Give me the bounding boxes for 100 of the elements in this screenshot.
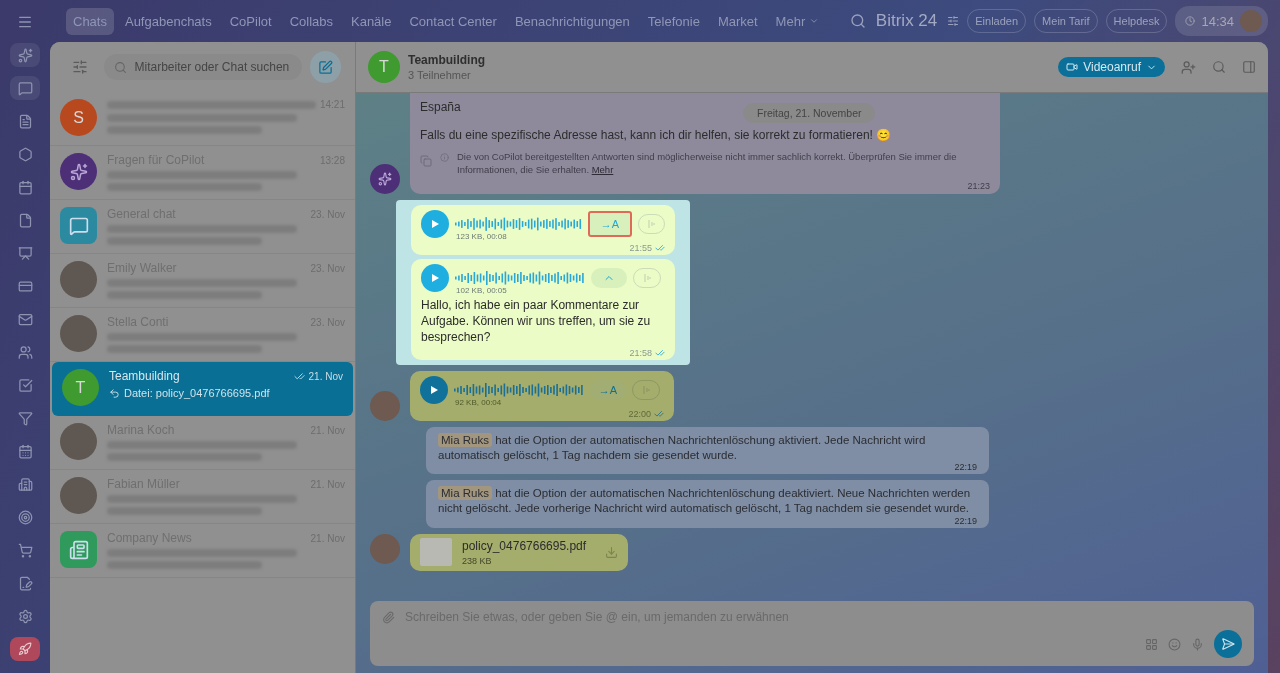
- search-icon: [113, 60, 127, 74]
- send-icon: [1221, 637, 1235, 651]
- target-icon: [17, 509, 33, 525]
- transcript-text: Hallo, ich habe ein paar Kommentare zur Aufgabe. Können wir uns treffen, um sie zu besprechen?: [421, 297, 652, 346]
- calendar-icon: [17, 179, 33, 195]
- file-size-duration: 102 KB, 00:05: [456, 286, 507, 295]
- disclaimer-text: Die von CoPilot bereitgestellten Antworten sind möglicherweise nicht immer sachlich korrekt. Überprüfen Sie immer die Informationen, die Sie erhalten. Mehr: [457, 151, 958, 177]
- play-button[interactable]: [420, 375, 448, 404]
- newspaper-icon: [68, 539, 89, 560]
- chat-time: 21. Nov: [308, 370, 343, 382]
- file-size-duration: 123 KB, 00:08: [456, 232, 507, 241]
- search-field[interactable]: Mitarbeiter oder Chat suchen: [103, 54, 302, 80]
- search-icon[interactable]: [849, 13, 866, 29]
- message-time: 21:58: [629, 347, 665, 358]
- microphone-icon[interactable]: [1191, 637, 1204, 651]
- video-call-button[interactable]: Videoanruf: [1058, 57, 1165, 77]
- clock-icon: [1185, 16, 1196, 26]
- cart-icon: [17, 542, 33, 558]
- rocket-button[interactable]: [10, 637, 40, 661]
- apps-icon[interactable]: [1145, 637, 1158, 651]
- settings-icon: [17, 608, 33, 624]
- file-icon: [17, 212, 33, 228]
- checkbox-icon: [17, 377, 33, 393]
- play-icon: [430, 219, 440, 229]
- copy-icon: [420, 155, 432, 168]
- search-input[interactable]: Mitarbeiter oder Chat suchen: [132, 59, 292, 75]
- avatar-placeholder: [60, 261, 97, 298]
- speech-bubble-icon: [68, 215, 89, 236]
- system-message-text: Mia Ruks hat die Option der automatischen Nachrichtenlöschung aktiviert. Jede Nachricht wird automatisch gelöscht, 1 Tag nachdem sie gesendet wurde.: [438, 432, 927, 463]
- paperclip-icon[interactable]: [382, 610, 395, 624]
- message-time: 22:00: [628, 408, 664, 419]
- message-time: 22:19: [954, 516, 977, 527]
- transcribe-button[interactable]: →A: [588, 211, 632, 237]
- pen-square-icon: [317, 59, 333, 75]
- menu-icon[interactable]: [17, 14, 33, 30]
- nav-tab[interactable]: Aufgabenchats: [117, 7, 219, 35]
- play-icon: [430, 273, 440, 283]
- new-chat-button[interactable]: [309, 51, 341, 83]
- calendar-icon: [17, 443, 33, 459]
- system-message-text: Mia Ruks hat die Option der automatischen Nachrichtenlöschung deaktiviert. Neue Nachrichten werden nicht gelöscht. Jede vorherige Nachricht wird automatisch gelöscht, 1 Tag nachdem sie gesendet wurde.: [438, 486, 972, 517]
- nav-tab[interactable]: Benachrichtigungen: [507, 7, 637, 35]
- emoji-icon[interactable]: [1168, 637, 1181, 651]
- play-button[interactable]: [421, 210, 449, 238]
- message-time: 21:55: [629, 243, 665, 253]
- filter-icon: [17, 410, 33, 426]
- file-size: 238 KB: [462, 554, 493, 567]
- clock-widget[interactable]: 14:34: [1175, 6, 1268, 36]
- avatar: T: [62, 369, 99, 406]
- users-icon: [17, 344, 33, 360]
- avatar: S: [60, 99, 97, 136]
- add-user-icon[interactable]: [1181, 59, 1196, 75]
- sliders-icon: [71, 59, 88, 75]
- play-icon: [429, 384, 439, 395]
- chat-avatar: T: [368, 51, 400, 83]
- file-name[interactable]: policy_0476766695.pdf: [462, 538, 595, 555]
- send-button[interactable]: [1214, 630, 1242, 658]
- transcribe-button[interactable]: →A: [590, 379, 626, 400]
- play-button[interactable]: [421, 264, 449, 292]
- chat-subtitle: 3 Teilnehmer: [408, 69, 472, 81]
- copilot-avatar: [370, 164, 400, 194]
- message-text: Falls du eine spezifische Adresse hast, kann ich dir helfen, sie korrekt zu formatieren! 😊: [420, 127, 892, 144]
- file-size-duration: 92 KB, 00:04: [455, 397, 502, 407]
- presentation-icon: [17, 245, 33, 261]
- chat-list-item[interactable]: T Teambuilding 21. Nov Datei: policy_0476766695.pdf: [52, 362, 353, 416]
- date-badge: Freitag, 21. November: [743, 103, 876, 123]
- message-time: 22:19: [954, 462, 977, 473]
- nav-tab[interactable]: Market: [710, 7, 765, 35]
- info-icon: [440, 153, 449, 163]
- camera-icon: [1066, 61, 1079, 73]
- card-icon: [17, 278, 33, 294]
- nav-tab[interactable]: CoPilot: [222, 7, 279, 35]
- nav-tab[interactable]: Collabs: [282, 7, 340, 35]
- file-thumbnail: [420, 538, 452, 567]
- chat-name: Teambuilding: [109, 369, 181, 383]
- nav-tab[interactable]: Kanäle: [344, 7, 399, 35]
- chat-preview: Datei: policy_0476766695.pdf: [124, 387, 270, 399]
- download-icon[interactable]: [605, 545, 618, 559]
- message-time: 21:23: [967, 181, 990, 191]
- nav-tab[interactable]: Telefonie: [640, 7, 707, 35]
- more-tab[interactable]: Mehr: [768, 7, 826, 35]
- brand-logo-text: Bitrix 24: [875, 11, 938, 31]
- panel-toggle-icon[interactable]: [1242, 60, 1256, 74]
- message-text: España: [420, 99, 461, 116]
- sliders-icon[interactable]: [947, 15, 960, 27]
- chat-button[interactable]: [10, 76, 40, 100]
- sparkle-icon: [17, 47, 33, 63]
- avatar-placeholder: [60, 477, 97, 514]
- nav-tab[interactable]: Contact Center: [402, 7, 504, 35]
- building-icon: [17, 476, 33, 492]
- avatar-placeholder: [60, 315, 97, 352]
- more-link[interactable]: Mehr: [591, 164, 614, 176]
- reply-arrow-icon: [109, 387, 120, 399]
- nav-tab[interactable]: Chats: [66, 7, 114, 35]
- hexagon-icon: [17, 146, 33, 162]
- search-icon[interactable]: [1212, 60, 1226, 74]
- chat-icon: [17, 80, 33, 96]
- signature-icon: [17, 575, 33, 591]
- sparkle-icon: [69, 162, 88, 181]
- sparkle-button[interactable]: [10, 43, 40, 67]
- rocket-icon: [18, 642, 32, 656]
